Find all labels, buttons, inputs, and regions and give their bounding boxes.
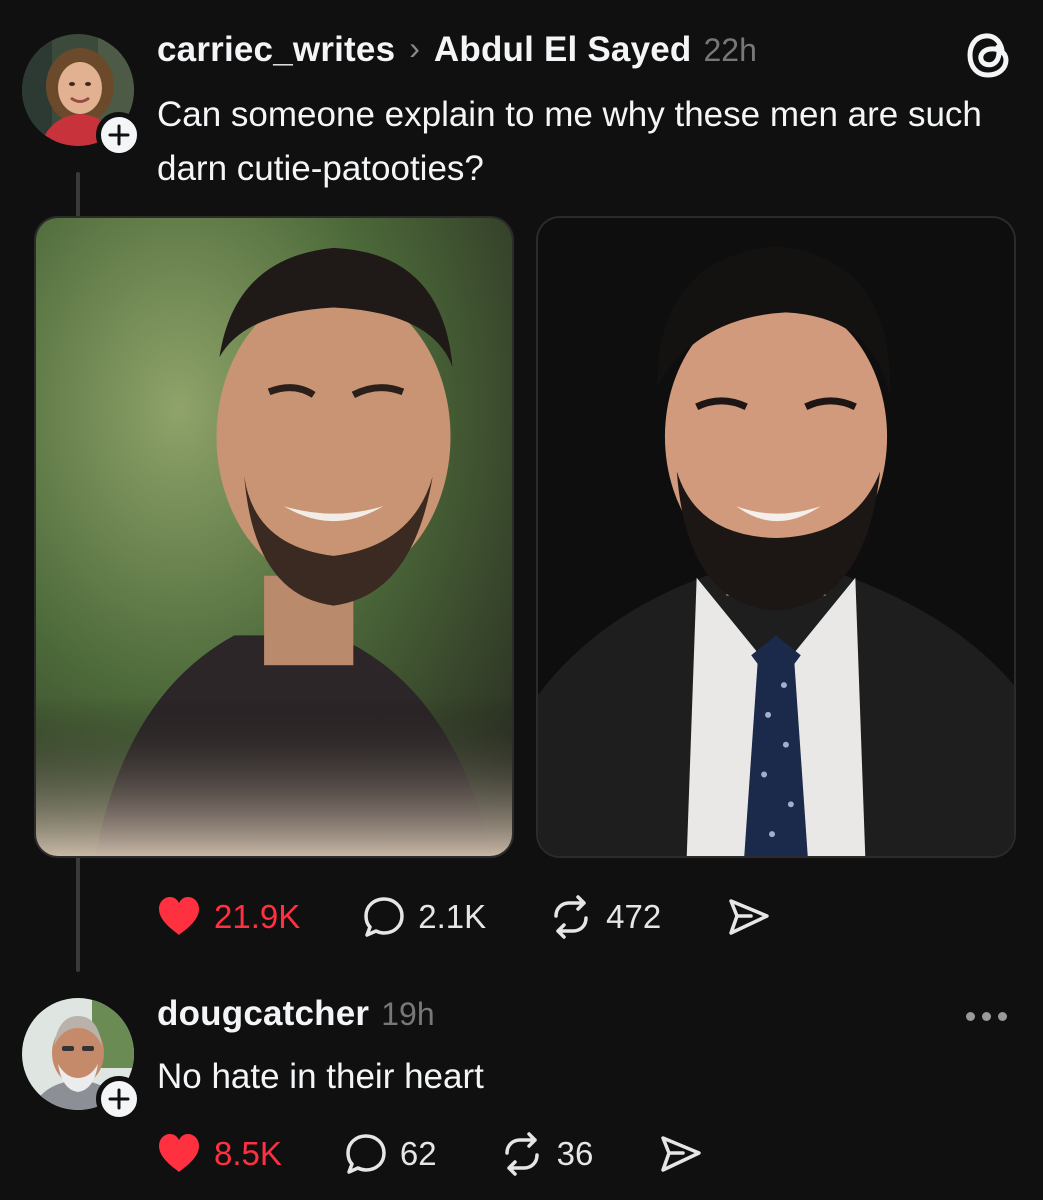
- reply-repost-button[interactable]: 36: [499, 1131, 594, 1177]
- speech-bubble-icon: [346, 1134, 386, 1174]
- reply-like-count: 8.5K: [214, 1135, 282, 1172]
- reply-timestamp: 19h: [381, 996, 435, 1032]
- follow-author-button[interactable]: [96, 112, 142, 158]
- reply-repost-count: 36: [556, 1135, 594, 1172]
- heart-icon: [159, 897, 199, 935]
- reply-body: No hate in their heart: [157, 1057, 484, 1096]
- reply-to-username[interactable]: Abdul El Sayed: [434, 30, 692, 70]
- heart-icon: [159, 1134, 199, 1172]
- more-dots-icon[interactable]: [966, 1012, 1007, 1021]
- speech-bubble-icon: [364, 897, 404, 937]
- follow-reply-author-button[interactable]: [96, 1076, 142, 1122]
- author-username[interactable]: carriec_writes: [157, 30, 395, 70]
- reply-share-button[interactable]: [659, 1132, 703, 1176]
- reply-reply-button[interactable]: 62: [344, 1132, 437, 1176]
- dot: [966, 1012, 975, 1021]
- send-icon: [661, 1136, 702, 1172]
- post-actions: 21.9K 2.1K 472: [156, 894, 771, 940]
- post-header: carriec_writes › Abdul El Sayed 22h: [157, 30, 757, 70]
- reply-reply-count: 62: [399, 1135, 437, 1172]
- share-button[interactable]: [727, 895, 771, 939]
- like-button[interactable]: 21.9K: [156, 894, 300, 940]
- dot: [998, 1012, 1007, 1021]
- post-image-2[interactable]: [536, 216, 1016, 858]
- like-count: 21.9K: [214, 898, 301, 935]
- repost-button[interactable]: 472: [548, 894, 661, 940]
- threads-logo-icon[interactable]: [966, 28, 1014, 80]
- chevron-right-icon: ›: [409, 30, 420, 66]
- post-body: Can someone explain to me why these men …: [157, 95, 982, 188]
- reply-author-username[interactable]: dougcatcher: [157, 994, 369, 1034]
- reply-like-button[interactable]: 8.5K: [156, 1131, 282, 1177]
- reply-header: dougcatcher 19h: [157, 994, 435, 1034]
- reply-actions: 8.5K 62 36: [156, 1131, 703, 1177]
- dot: [982, 1012, 991, 1021]
- reply-button[interactable]: 2.1K: [362, 895, 486, 939]
- repost-count: 472: [606, 898, 662, 935]
- plus-icon: [108, 1088, 130, 1110]
- post-image-1[interactable]: [34, 216, 514, 858]
- repost-icon: [554, 895, 588, 939]
- post-timestamp: 22h: [703, 32, 757, 68]
- send-icon: [729, 899, 769, 935]
- repost-icon: [504, 1132, 539, 1176]
- reply-count: 2.1K: [418, 898, 487, 935]
- plus-icon: [108, 124, 130, 146]
